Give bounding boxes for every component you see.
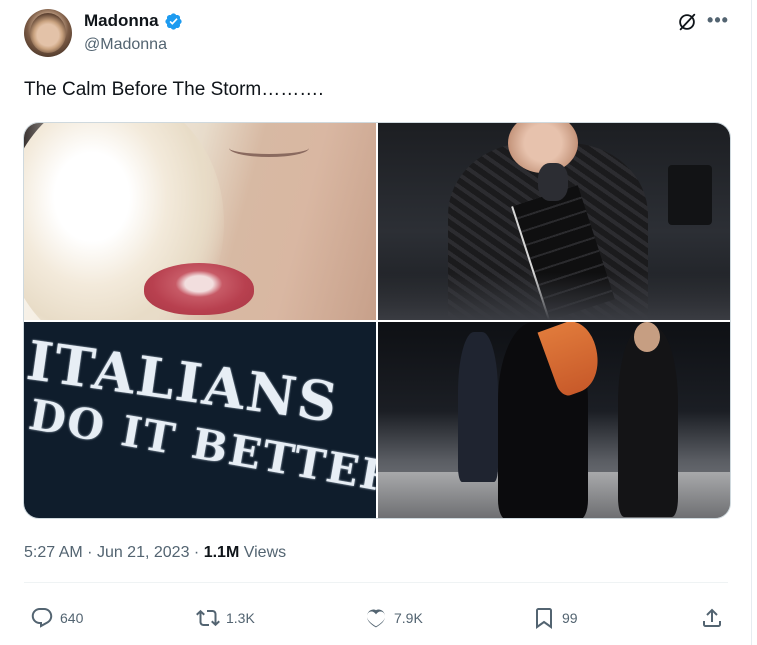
reply-button[interactable]: 640	[30, 606, 83, 630]
bookmark-button[interactable]: 99	[532, 606, 578, 630]
retweet-count: 1.3K	[226, 610, 255, 626]
retweet-button[interactable]: 1.3K	[196, 606, 255, 630]
heart-icon	[367, 609, 385, 628]
tweet-card: Madonna @Madonna ••• The Calm Before The…	[0, 0, 752, 645]
media-image-face[interactable]	[24, 123, 376, 320]
author-name[interactable]: Madonna	[84, 11, 159, 31]
grok-icon[interactable]	[676, 11, 698, 33]
share-button[interactable]	[700, 606, 724, 630]
tweet-date[interactable]: Jun 21, 2023	[97, 544, 190, 561]
author-name-row: Madonna	[84, 11, 183, 31]
more-icon[interactable]: •••	[706, 9, 730, 33]
like-button[interactable]: 7.9K	[364, 606, 423, 630]
share-icon	[703, 608, 721, 627]
tweet-meta: 5:27 AM · Jun 21, 2023 · 1.1M Views	[24, 544, 286, 562]
verified-badge-icon	[164, 12, 182, 30]
bookmark-count: 99	[562, 610, 578, 626]
meta-separator-2: ·	[193, 544, 200, 561]
reply-count: 640	[60, 610, 84, 626]
reply-icon	[31, 608, 53, 628]
media-grid: ITALIANS DO IT BETTER	[23, 122, 731, 519]
retweet-icon	[196, 609, 220, 627]
views-count: 1.1M	[203, 544, 240, 561]
like-count: 7.9K	[394, 610, 423, 626]
avatar[interactable]	[24, 9, 72, 57]
divider	[24, 582, 728, 583]
avatar-image	[30, 13, 66, 53]
tweet-time[interactable]: 5:27 AM	[24, 544, 83, 561]
author-handle[interactable]: @Madonna	[84, 36, 167, 54]
media-image-shirt[interactable]: ITALIANS DO IT BETTER	[24, 322, 376, 518]
tweet-text: The Calm Before The Storm……….	[24, 79, 324, 100]
media-image-shh[interactable]	[378, 123, 730, 320]
meta-separator: ·	[87, 544, 93, 561]
views-label: Views	[243, 544, 287, 561]
bookmark-icon	[536, 608, 552, 629]
media-image-stage[interactable]	[378, 322, 730, 518]
